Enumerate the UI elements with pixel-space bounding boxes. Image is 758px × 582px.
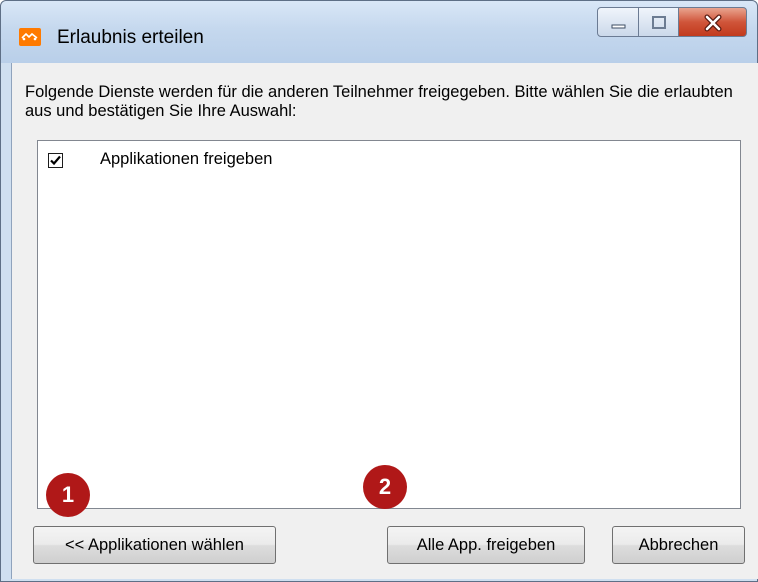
- maximize-button[interactable]: [639, 7, 679, 37]
- app-icon: [19, 28, 41, 46]
- list-item-share-applications[interactable]: Applikationen freigeben: [48, 149, 272, 171]
- checkbox-share-applications[interactable]: [48, 152, 63, 168]
- minimize-icon: [611, 24, 626, 29]
- choose-applications-button[interactable]: << Applikationen wählen: [33, 526, 276, 564]
- cancel-button[interactable]: Abbrechen: [612, 526, 745, 564]
- callout-badge-2: 2: [363, 465, 407, 509]
- minimize-button[interactable]: [597, 7, 639, 37]
- window-controls: [597, 7, 747, 39]
- callout-badge-1: 1: [46, 473, 90, 517]
- maximize-icon: [652, 16, 666, 29]
- checkmark-icon: [50, 155, 61, 165]
- window-title: Erlaubnis erteilen: [57, 27, 204, 48]
- dialog-description: Folgende Dienste werden für die anderen …: [25, 83, 733, 120]
- list-item-label: Applikationen freigeben: [100, 150, 273, 168]
- services-list[interactable]: Applikationen freigeben: [37, 140, 741, 509]
- share-all-apps-button[interactable]: Alle App. freigeben: [387, 526, 585, 564]
- close-button[interactable]: [679, 7, 747, 37]
- close-icon: [704, 14, 722, 32]
- title-bar[interactable]: Erlaubnis erteilen: [1, 1, 757, 63]
